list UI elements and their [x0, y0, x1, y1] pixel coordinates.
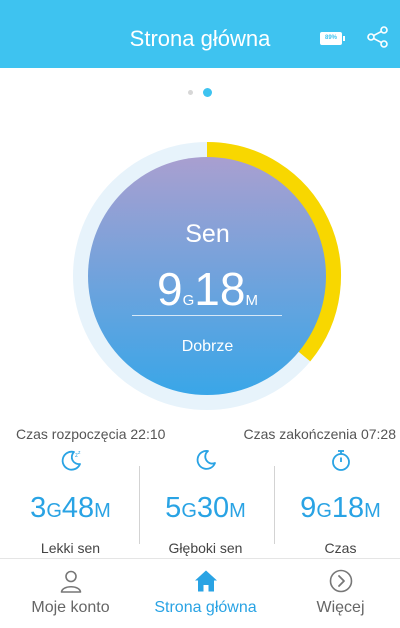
start-time: Czas rozpoczęcia 22:10 [16, 426, 166, 442]
battery-icon: 89% [320, 32, 345, 45]
bottom-nav: Moje konto Strona główna Więcej [0, 558, 400, 628]
battery-level: 89% [324, 35, 337, 41]
page-dot-1[interactable] [188, 90, 193, 96]
stat-light-sleep: z z 3G48M Lekki sen [4, 448, 137, 558]
end-time: Czas zakończenia 07:28 [243, 426, 396, 442]
stat-deep-sleep: 5G30M Głęboki sen [139, 448, 272, 558]
page-indicator[interactable] [0, 84, 400, 102]
stat-deep-sleep-label: Głęboki sen [168, 540, 243, 556]
sleep-total: 9G18M [0, 264, 400, 326]
share-icon[interactable] [367, 26, 389, 48]
nav-label-more: Więcej [316, 599, 365, 616]
svg-text:z: z [78, 450, 81, 456]
app-header: Strona główna 89% [0, 0, 400, 68]
stat-total-time-label: Czas [324, 540, 357, 556]
sleep-hours-unit: G [182, 292, 195, 309]
sleep-title: Sen [185, 220, 230, 248]
person-icon [60, 570, 81, 593]
sleep-stats: z z 3G48M Lekki sen 5G30M Głęboki sen 9G… [0, 448, 400, 558]
chevron-right-circle-icon [329, 569, 352, 593]
stat-total-time: 9G18M Czas [274, 448, 400, 558]
sleep-minutes: 18 [194, 263, 246, 315]
page-dot-2[interactable] [203, 88, 212, 98]
circle-divider [132, 315, 282, 316]
sleep-hours: 9 [157, 263, 183, 315]
nav-item-more[interactable]: Więcej [274, 559, 400, 628]
light-sleep-icon: z z [61, 450, 81, 471]
nav-item-my-account[interactable]: Moje konto [4, 559, 137, 628]
nav-label-home: Strona główna [154, 599, 257, 616]
stat-light-sleep-value: 3G48M [30, 492, 111, 524]
sleep-times: Czas rozpoczęcia 22:10 Czas zakończenia … [0, 426, 400, 446]
nav-label-my-account: Moje konto [31, 599, 110, 616]
stat-deep-sleep-value: 5G30M [165, 492, 246, 524]
stat-light-sleep-label: Lekki sen [40, 540, 101, 556]
sleep-minutes-unit: M [245, 292, 258, 309]
stopwatch-icon [331, 450, 350, 471]
sleep-quality: Dobrze [181, 338, 234, 355]
home-icon [194, 570, 217, 592]
stat-total-time-value: 9G18M [300, 492, 381, 524]
nav-item-home[interactable]: Strona główna [139, 559, 272, 628]
deep-sleep-icon [196, 450, 216, 470]
